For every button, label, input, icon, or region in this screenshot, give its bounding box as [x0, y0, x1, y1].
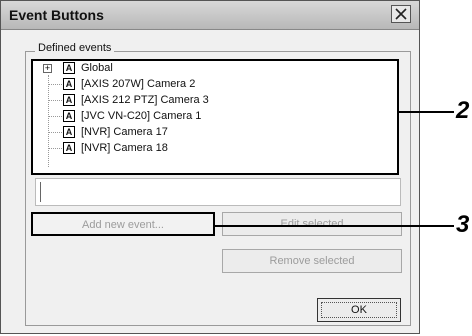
tree-branch-line	[48, 132, 62, 133]
callout-line-2	[398, 111, 454, 113]
tree-branch-line	[48, 116, 62, 117]
event-button-icon: A	[63, 126, 75, 138]
text-caret	[40, 182, 41, 202]
event-buttons-dialog: Event Buttons Defined events + A Global …	[0, 0, 420, 334]
callout-number-3: 3	[456, 211, 470, 238]
event-button-icon: A	[63, 62, 75, 74]
window-title: Event Buttons	[9, 7, 104, 23]
defined-events-label: Defined events	[35, 42, 115, 54]
tree-item-label: [AXIS 207W] Camera 2	[81, 78, 196, 90]
tree-item-label: [NVR] Camera 18	[81, 142, 168, 154]
title-bar: Event Buttons	[1, 1, 419, 30]
event-name-field[interactable]	[35, 178, 401, 206]
callout-number-2: 2	[456, 97, 470, 124]
plus-icon[interactable]: +	[43, 64, 52, 73]
close-button[interactable]	[391, 5, 411, 23]
ok-button[interactable]: OK	[317, 298, 401, 322]
focus-rect	[321, 302, 397, 318]
event-button-icon: A	[63, 142, 75, 154]
callout-line-3	[214, 225, 454, 227]
add-new-event-button[interactable]: Add new event...	[31, 212, 215, 236]
tree-branch-line	[48, 84, 62, 85]
tree-item-label: Global	[81, 62, 113, 74]
event-button-icon: A	[63, 94, 75, 106]
remove-selected-button[interactable]: Remove selected	[222, 249, 402, 273]
events-tree[interactable]: + A Global A [AXIS 207W] Camera 2 A [AXI…	[31, 59, 399, 175]
edit-selected-button[interactable]: Edit selected	[222, 212, 402, 236]
tree-branch-line	[48, 148, 62, 149]
event-button-icon: A	[63, 78, 75, 90]
event-button-icon: A	[63, 110, 75, 122]
tree-item-label: [JVC VN-C20] Camera 1	[81, 110, 202, 122]
tree-branch-line	[48, 100, 62, 101]
tree-item-label: [AXIS 212 PTZ] Camera 3	[81, 94, 209, 106]
close-icon	[395, 8, 407, 20]
tree-guide-line	[48, 75, 49, 167]
tree-item-label: [NVR] Camera 17	[81, 126, 168, 138]
